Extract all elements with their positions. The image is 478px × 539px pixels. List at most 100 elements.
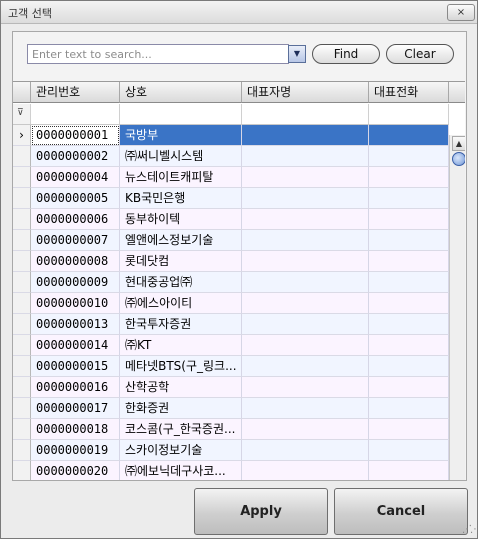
cell-phone[interactable]: [369, 251, 449, 272]
row-indicator[interactable]: [13, 377, 31, 398]
cell-id[interactable]: 0000000020: [31, 461, 120, 480]
cell-phone[interactable]: [369, 125, 449, 146]
cell-representative[interactable]: [242, 230, 369, 251]
column-header-company[interactable]: 상호: [120, 82, 242, 103]
cell-id[interactable]: 0000000015: [31, 356, 120, 377]
cell-company[interactable]: 동부하이텍: [120, 209, 242, 230]
cell-phone[interactable]: [369, 356, 449, 377]
cell-representative[interactable]: [242, 125, 369, 146]
row-indicator[interactable]: [13, 419, 31, 440]
cell-representative[interactable]: [242, 251, 369, 272]
cell-id[interactable]: 0000000001: [31, 125, 120, 146]
cell-id[interactable]: 0000000017: [31, 398, 120, 419]
cell-id[interactable]: 0000000006: [31, 209, 120, 230]
cell-company[interactable]: 산학공학: [120, 377, 242, 398]
cell-company[interactable]: 국방부: [120, 125, 242, 146]
row-indicator[interactable]: [13, 398, 31, 419]
cell-company[interactable]: 엘앤에스정보기술: [120, 230, 242, 251]
find-button[interactable]: Find: [312, 44, 380, 64]
cell-phone[interactable]: [369, 440, 449, 461]
row-indicator[interactable]: [13, 461, 31, 480]
cell-id[interactable]: 0000000019: [31, 440, 120, 461]
cell-phone[interactable]: [369, 230, 449, 251]
filter-cell-phone[interactable]: [369, 104, 449, 124]
cell-representative[interactable]: [242, 188, 369, 209]
row-indicator[interactable]: [13, 188, 31, 209]
table-row[interactable]: 0000000002 ㈜써니벨시스템: [13, 146, 449, 167]
cell-phone[interactable]: [369, 146, 449, 167]
cell-representative[interactable]: [242, 419, 369, 440]
cell-representative[interactable]: [242, 293, 369, 314]
scroll-up-button[interactable]: ▲: [452, 136, 465, 151]
table-row[interactable]: 0000000017 한화증권: [13, 398, 449, 419]
cell-phone[interactable]: [369, 398, 449, 419]
cell-phone[interactable]: [369, 188, 449, 209]
table-row[interactable]: 0000000019 스카이정보기술: [13, 440, 449, 461]
cell-representative[interactable]: [242, 398, 369, 419]
row-indicator[interactable]: [13, 230, 31, 251]
cell-phone[interactable]: [369, 209, 449, 230]
cell-company[interactable]: 롯데닷컴: [120, 251, 242, 272]
cell-company[interactable]: 한국투자증권: [120, 314, 242, 335]
column-header-representative[interactable]: 대표자명: [242, 82, 369, 103]
cell-phone[interactable]: [369, 461, 449, 480]
cell-id[interactable]: 0000000007: [31, 230, 120, 251]
table-row[interactable]: 0000000005 KB국민은행: [13, 188, 449, 209]
cell-representative[interactable]: [242, 356, 369, 377]
column-header-id[interactable]: 관리번호: [31, 82, 120, 103]
filter-cell-representative[interactable]: [242, 104, 369, 124]
cell-company[interactable]: 현대중공업㈜: [120, 272, 242, 293]
cell-phone[interactable]: [369, 272, 449, 293]
cell-id[interactable]: 0000000008: [31, 251, 120, 272]
cell-company[interactable]: 뉴스테이트캐피탈: [120, 167, 242, 188]
table-row[interactable]: 0000000006 동부하이텍: [13, 209, 449, 230]
cell-company[interactable]: ㈜에보닉데구사코...: [120, 461, 242, 480]
table-row[interactable]: 0000000009 현대중공업㈜: [13, 272, 449, 293]
row-indicator[interactable]: [13, 314, 31, 335]
cell-phone[interactable]: [369, 419, 449, 440]
table-row[interactable]: 0000000015 메타넷BTS(구_링크...: [13, 356, 449, 377]
cell-id[interactable]: 0000000013: [31, 314, 120, 335]
cell-company[interactable]: ㈜에스아이티: [120, 293, 242, 314]
cell-representative[interactable]: [242, 272, 369, 293]
cell-representative[interactable]: [242, 377, 369, 398]
row-indicator[interactable]: [13, 335, 31, 356]
filter-cell-company[interactable]: [120, 104, 242, 124]
row-indicator[interactable]: [13, 356, 31, 377]
cell-company[interactable]: 스카이정보기술: [120, 440, 242, 461]
cell-company[interactable]: ㈜KT: [120, 335, 242, 356]
scroll-thumb[interactable]: [452, 152, 465, 166]
cancel-button[interactable]: Cancel: [334, 488, 468, 535]
cell-id[interactable]: 0000000005: [31, 188, 120, 209]
table-row[interactable]: 0000000018 코스콤(구_한국증권...: [13, 419, 449, 440]
cell-representative[interactable]: [242, 167, 369, 188]
column-header-phone[interactable]: 대표전화: [369, 82, 449, 103]
row-indicator[interactable]: [13, 440, 31, 461]
table-row[interactable]: 0000000004 뉴스테이트캐피탈: [13, 167, 449, 188]
cell-phone[interactable]: [369, 377, 449, 398]
row-indicator[interactable]: ›: [13, 125, 31, 146]
cell-representative[interactable]: [242, 440, 369, 461]
table-row[interactable]: › 0000000001 국방부: [13, 125, 449, 146]
cell-phone[interactable]: [369, 293, 449, 314]
close-button[interactable]: ×: [447, 4, 475, 21]
cell-representative[interactable]: [242, 146, 369, 167]
cell-id[interactable]: 0000000016: [31, 377, 120, 398]
cell-phone[interactable]: [369, 314, 449, 335]
cell-id[interactable]: 0000000009: [31, 272, 120, 293]
title-bar[interactable]: 고객 선택 ×: [1, 1, 477, 24]
vertical-scrollbar[interactable]: ▲ ▼: [449, 135, 465, 480]
search-input[interactable]: [27, 44, 289, 64]
cell-representative[interactable]: [242, 335, 369, 356]
apply-button[interactable]: Apply: [194, 488, 328, 535]
cell-company[interactable]: 메타넷BTS(구_링크...: [120, 356, 242, 377]
resize-grip-icon[interactable]: ⋰⋰: [462, 524, 478, 535]
search-dropdown-button[interactable]: ▼: [288, 45, 306, 63]
table-row[interactable]: 0000000013 한국투자증권: [13, 314, 449, 335]
cell-company[interactable]: KB국민은행: [120, 188, 242, 209]
cell-phone[interactable]: [369, 167, 449, 188]
table-row[interactable]: 0000000007 엘앤에스정보기술: [13, 230, 449, 251]
cell-representative[interactable]: [242, 209, 369, 230]
row-indicator[interactable]: [13, 146, 31, 167]
row-indicator[interactable]: [13, 272, 31, 293]
